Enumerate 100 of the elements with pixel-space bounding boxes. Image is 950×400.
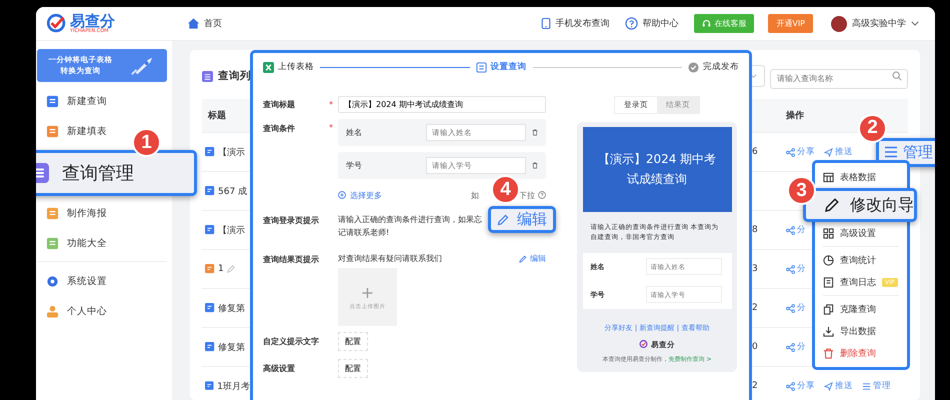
- table-cell-text: 1班月考: [217, 380, 250, 392]
- document-icon: [205, 381, 214, 391]
- share-icon: [786, 148, 795, 156]
- table-cell-text: 修复第: [218, 302, 245, 314]
- sidebar-item[interactable]: 个人中心: [37, 296, 111, 326]
- condition-name: 姓名: [346, 127, 363, 138]
- condition-name: 学号: [346, 160, 363, 171]
- share-icon: [786, 304, 795, 312]
- document-icon: [823, 276, 834, 288]
- document-icon: [476, 62, 486, 72]
- spreadsheet-icon: [263, 62, 274, 72]
- table-cell: 2: [752, 303, 758, 313]
- sidebar-item[interactable]: 功能大全: [37, 228, 111, 258]
- sidebar-item[interactable]: 查询管理: [36, 150, 197, 196]
- wizard-step[interactable]: 上传表格: [263, 61, 314, 73]
- check-icon: [688, 62, 699, 72]
- sidebar-item[interactable]: 新建查询: [37, 86, 111, 116]
- query-title-field[interactable]: 【演示】2024 期中考试成绩查询: [338, 96, 546, 113]
- document-icon: [46, 94, 59, 108]
- menu-item[interactable]: 克隆查询: [823, 298, 899, 320]
- share-icon: [786, 226, 795, 234]
- help-icon: [538, 191, 546, 199]
- table-cell: 0: [752, 342, 758, 352]
- pencil-icon: [519, 254, 527, 263]
- required-mark: *: [329, 100, 334, 109]
- wizard-step[interactable]: 完成发布: [688, 61, 739, 73]
- menu-item[interactable]: 高级设置: [823, 222, 899, 244]
- help-icon: [625, 17, 638, 30]
- share-link[interactable]: 分: [786, 302, 806, 314]
- share-link[interactable]: 分享: [786, 146, 815, 158]
- menu-item[interactable]: 导出数据: [823, 320, 899, 342]
- push-link[interactable]: 推送: [824, 146, 853, 158]
- table-cell: 3: [752, 264, 758, 274]
- share-link[interactable]: 分: [786, 341, 806, 353]
- hint-text: 如: [471, 190, 479, 200]
- field-label: 自定义提示文字: [263, 336, 320, 348]
- menu-icon: [862, 382, 871, 390]
- table-cell: 6: [752, 147, 758, 157]
- plus-circle-icon: [338, 191, 346, 199]
- sidebar-item[interactable]: 新建填表: [37, 116, 111, 146]
- user-name[interactable]: 高级实验中学: [852, 17, 906, 30]
- table-cell: 8: [752, 225, 758, 235]
- share-link[interactable]: 分享: [786, 380, 815, 392]
- sidebar-item[interactable]: 系统设置: [37, 266, 111, 296]
- field-label: 高级设置: [263, 363, 296, 374]
- home-icon: [187, 17, 200, 30]
- document-icon: [205, 342, 215, 352]
- mobile-publish-link[interactable]: 手机发布查询: [541, 17, 610, 30]
- table-cell: 1: [218, 264, 224, 274]
- pencil-icon: [824, 197, 840, 213]
- trash-icon[interactable]: [532, 128, 538, 137]
- document-icon: [205, 147, 215, 157]
- share-link[interactable]: 分: [786, 263, 806, 275]
- configure-button[interactable]: 配置: [338, 359, 368, 378]
- share-link[interactable]: 分: [786, 224, 806, 236]
- menu-item[interactable]: 删除查询: [823, 342, 899, 364]
- home-link[interactable]: 首页: [187, 17, 222, 30]
- copy-icon: [823, 304, 834, 314]
- menu-icon: [884, 146, 898, 158]
- table-cell-text: 567 成: [218, 186, 248, 198]
- tip-text: 请输入正确的查询条件进行查询，如果忘记请联系老师!: [338, 214, 483, 239]
- select-more-link[interactable]: 选择更多: [338, 190, 382, 200]
- table-cell-text: 修复第: [218, 342, 245, 354]
- trash-icon[interactable]: [532, 161, 538, 170]
- help-link[interactable]: 帮助中心: [625, 17, 678, 30]
- pencil-icon: [497, 214, 509, 226]
- section-title: 查询列: [218, 69, 251, 83]
- wizard-step[interactable]: 设置查询: [476, 61, 526, 73]
- download-icon: [823, 326, 834, 336]
- phone-icon: [541, 17, 552, 30]
- headset-icon: [702, 19, 712, 28]
- brand-logo-icon: [639, 340, 648, 350]
- chevron-icon[interactable]: [911, 21, 919, 26]
- menu-item[interactable]: 查询统计: [823, 249, 899, 271]
- edit-link[interactable]: 编辑: [519, 250, 546, 266]
- sidebar-item[interactable]: 制作海报: [37, 198, 111, 228]
- document-icon: [205, 264, 215, 274]
- required-mark: *: [329, 122, 334, 132]
- configure-button[interactable]: 配置: [338, 332, 368, 352]
- menu-item[interactable]: 表格数据: [823, 166, 899, 188]
- field-label: 查询结果页提示: [263, 254, 320, 265]
- send-icon: [824, 382, 833, 390]
- preview-title: 【演示】2024 期中考试成绩查询: [596, 151, 718, 188]
- share-icon: [786, 382, 795, 390]
- avatar[interactable]: [831, 16, 847, 32]
- person-icon: [46, 304, 59, 318]
- document-icon: [205, 186, 215, 196]
- search-field[interactable]: 请输入查询名称: [770, 68, 908, 88]
- hint-text: 下拉: [519, 190, 535, 200]
- table-icon: [823, 172, 834, 182]
- tip-text: 对查询结果有疑问请联系我们: [338, 252, 443, 265]
- document-icon: [205, 225, 215, 235]
- document-icon: [205, 303, 215, 313]
- search-icon: [892, 71, 902, 81]
- share-icon: [786, 264, 795, 274]
- step-number-badge: 4: [491, 175, 520, 204]
- push-link[interactable]: 推送: [824, 380, 853, 392]
- manage-link[interactable]: 管理: [862, 380, 891, 392]
- edit-link[interactable]: 编辑: [488, 206, 556, 233]
- document-icon: [46, 124, 59, 138]
